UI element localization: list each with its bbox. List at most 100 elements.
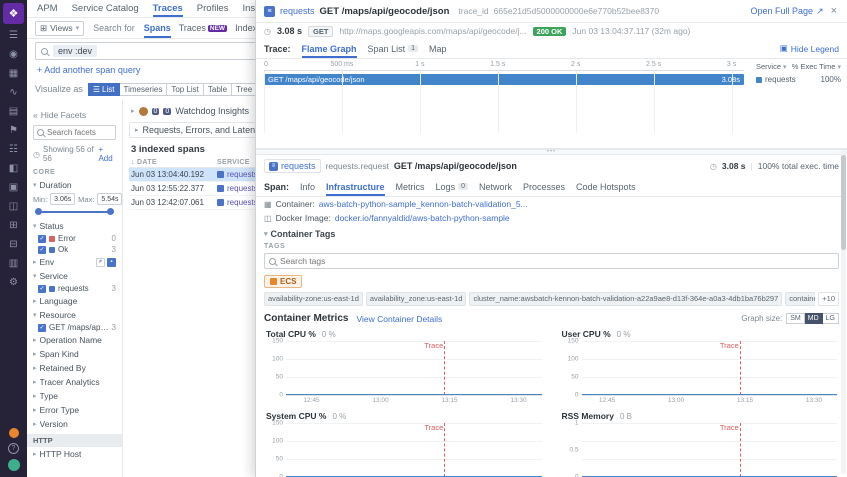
viz-option-top-list[interactable]: Top List	[167, 82, 204, 96]
facet-value-ok[interactable]: ✓ Ok 3	[27, 244, 122, 255]
integrations-icon[interactable]: ⊟	[9, 236, 17, 252]
tag-search-input[interactable]	[280, 256, 834, 266]
facet-search-input[interactable]	[47, 128, 112, 137]
service-name-link[interactable]: requests	[280, 6, 315, 16]
slider-handle-max[interactable]	[107, 208, 114, 215]
security-icon[interactable]: ▣	[9, 179, 18, 195]
nav-tab-apm[interactable]: APM	[37, 0, 58, 17]
watchdog-icon[interactable]: ◉	[9, 46, 18, 62]
facet-group-http-host[interactable]: ▸ HTTP Host	[27, 447, 122, 461]
chart-plot[interactable]: 1 0.5 0 Trace	[569, 420, 837, 477]
graph-size-sm[interactable]: SM	[786, 313, 805, 324]
menu-icon[interactable]: ☰	[9, 27, 18, 43]
facet-group-tracer-analytics[interactable]: ▸ Tracer Analytics	[27, 375, 122, 389]
logs-icon[interactable]: ☷	[9, 141, 18, 157]
env-filter-badge[interactable]: ▪	[107, 257, 116, 267]
query-chip[interactable]: env :dev	[53, 45, 98, 57]
color-by-dropdown[interactable]: Service ▾	[756, 62, 787, 71]
slider-handle-min[interactable]	[35, 208, 42, 215]
checkbox-icon[interactable]: ✓	[38, 234, 46, 243]
nav-tab-service-catalog[interactable]: Service Catalog	[72, 0, 139, 17]
flame-graph-canvas[interactable]: GET /maps/api/geocode/json 3.08s	[264, 71, 744, 145]
span-tab-infrastructure[interactable]: Infrastructure	[326, 177, 385, 196]
dashboards-icon[interactable]: ▤	[9, 103, 18, 119]
facet-group-operation-name[interactable]: ▸ Operation Name	[27, 333, 122, 347]
duration-group-header[interactable]: ▾ Duration	[33, 180, 116, 190]
scrollbar-track[interactable]	[841, 150, 846, 474]
facet-group-language[interactable]: ▸ Language	[27, 294, 122, 308]
trace-tab-flame-graph[interactable]: Flame Graph	[302, 39, 357, 58]
mode-tab-spans[interactable]: Spans	[144, 18, 171, 38]
duration-min-input[interactable]	[50, 193, 76, 205]
checkbox-icon[interactable]: ✓	[38, 245, 46, 254]
hide-facets-button[interactable]: «Hide Facets	[27, 110, 122, 120]
graph-size-lg[interactable]: LG	[822, 313, 839, 324]
nav-tab-profiles[interactable]: Profiles	[197, 0, 229, 17]
synthetics-icon[interactable]: ◫	[9, 198, 18, 214]
ecs-chip[interactable]: ECS	[264, 275, 303, 288]
checkbox-icon[interactable]: ✓	[38, 323, 46, 332]
facet-group-status[interactable]: ▾ Status	[27, 219, 122, 233]
duration-slider[interactable]	[35, 208, 114, 216]
facet-value-get-maps-api-geoc[interactable]: ✓GET /maps/api/geoc...3	[27, 322, 122, 333]
viz-option-table[interactable]: Table	[203, 82, 233, 96]
facet-group-type[interactable]: ▸ Type	[27, 389, 122, 403]
tag-chip[interactable]: availability-zone:us-east-1d	[264, 292, 363, 306]
chart-plot[interactable]: 150 100 50 0 Trace	[272, 338, 542, 399]
infrastructure-icon[interactable]: ▦	[9, 65, 18, 81]
trace-tab-map[interactable]: Map	[429, 39, 447, 58]
span-tab-logs[interactable]: Logs 0	[436, 177, 468, 196]
span-service-chip[interactable]: ≡ requests	[264, 159, 321, 173]
viz-option-timeseries[interactable]: Timeseries	[119, 82, 168, 96]
more-tags-button[interactable]: +10	[818, 292, 839, 306]
tag-chip[interactable]: container_id:d5fd2b791a07462f9fbe2c0c438…	[785, 292, 815, 306]
facet-group-span-kind[interactable]: ▸ Span Kind	[27, 347, 122, 361]
span-tab-metrics[interactable]: Metrics	[396, 177, 425, 196]
span-bar[interactable]: GET /maps/api/geocode/json 3.08s	[264, 74, 744, 85]
monitors-icon[interactable]: ⚑	[9, 122, 18, 138]
trace-tab-span-list[interactable]: Span List 1	[368, 39, 418, 58]
rum-icon[interactable]: ⊞	[9, 217, 17, 233]
tag-search-field[interactable]	[264, 253, 839, 269]
legend-item-requests[interactable]: requests 100%	[756, 75, 841, 84]
scrollbar-thumb[interactable]	[841, 155, 846, 250]
close-icon[interactable]: ×	[829, 5, 839, 17]
container-tags-header[interactable]: ▾ Container Tags	[256, 225, 847, 240]
checkbox-icon[interactable]: ✓	[38, 284, 46, 293]
exec-time-dropdown[interactable]: % Exec Time ▾	[792, 62, 841, 71]
span-tab-code-hotspots[interactable]: Code Hotspots	[576, 177, 636, 196]
trace-id-value[interactable]: 665e21d5d5000000000e6e770b52bee8370	[494, 6, 659, 16]
chart-plot[interactable]: 150 100 50 0 Trace	[272, 420, 542, 477]
open-full-page-link[interactable]: Open Full Page ↗	[750, 6, 823, 17]
facet-group-error-type[interactable]: ▸ Error Type	[27, 403, 122, 417]
metrics-icon[interactable]: ∿	[9, 84, 17, 100]
view-container-details-link[interactable]: View Container Details	[356, 314, 442, 324]
facet-value-requests[interactable]: ✓ requests 3	[27, 283, 122, 294]
chart-plot[interactable]: 150 100 50 0 Trace	[568, 338, 837, 399]
hide-legend-button[interactable]: ▣ Hide Legend	[780, 43, 839, 54]
span-tab-processes[interactable]: Processes	[523, 177, 565, 196]
container-link[interactable]: aws-batch-python-sample_kennon-batch-val…	[319, 199, 528, 209]
settings-icon[interactable]: ⚙	[9, 274, 18, 290]
duration-max-input[interactable]	[97, 193, 122, 205]
views-button[interactable]: ⊞ Views ▾	[35, 20, 85, 36]
notebooks-icon[interactable]: ▥	[9, 255, 18, 271]
facet-group-env[interactable]: ▸ Env ≠ ▪	[27, 255, 122, 269]
tag-chip[interactable]: availability_zone:us-east-1d	[365, 292, 467, 306]
column-header-date[interactable]: ↓ DATE	[131, 159, 217, 166]
nav-tab-traces[interactable]: Traces	[153, 0, 183, 17]
help-icon[interactable]: ?	[8, 443, 19, 454]
apm-icon[interactable]: ◧	[9, 160, 18, 176]
alert-status-icon[interactable]	[8, 428, 19, 438]
env-operator-badge[interactable]: ≠	[96, 257, 105, 267]
datadog-logo-icon[interactable]: ❖	[3, 3, 24, 24]
span-tab-info[interactable]: Info	[300, 177, 315, 196]
tag-chip[interactable]: cluster_name:awsbatch-kennon-batch-valid…	[469, 292, 783, 306]
mode-tab-traces[interactable]: Traces NEW	[179, 18, 228, 38]
facet-search-field[interactable]	[33, 125, 116, 140]
graph-size-md[interactable]: MD	[804, 313, 823, 324]
user-avatar[interactable]	[7, 459, 20, 471]
facet-value-error[interactable]: ✓ Error 0	[27, 233, 122, 244]
facet-group-resource[interactable]: ▾ Resource	[27, 308, 122, 322]
facet-group-version[interactable]: ▸ Version	[27, 417, 122, 431]
